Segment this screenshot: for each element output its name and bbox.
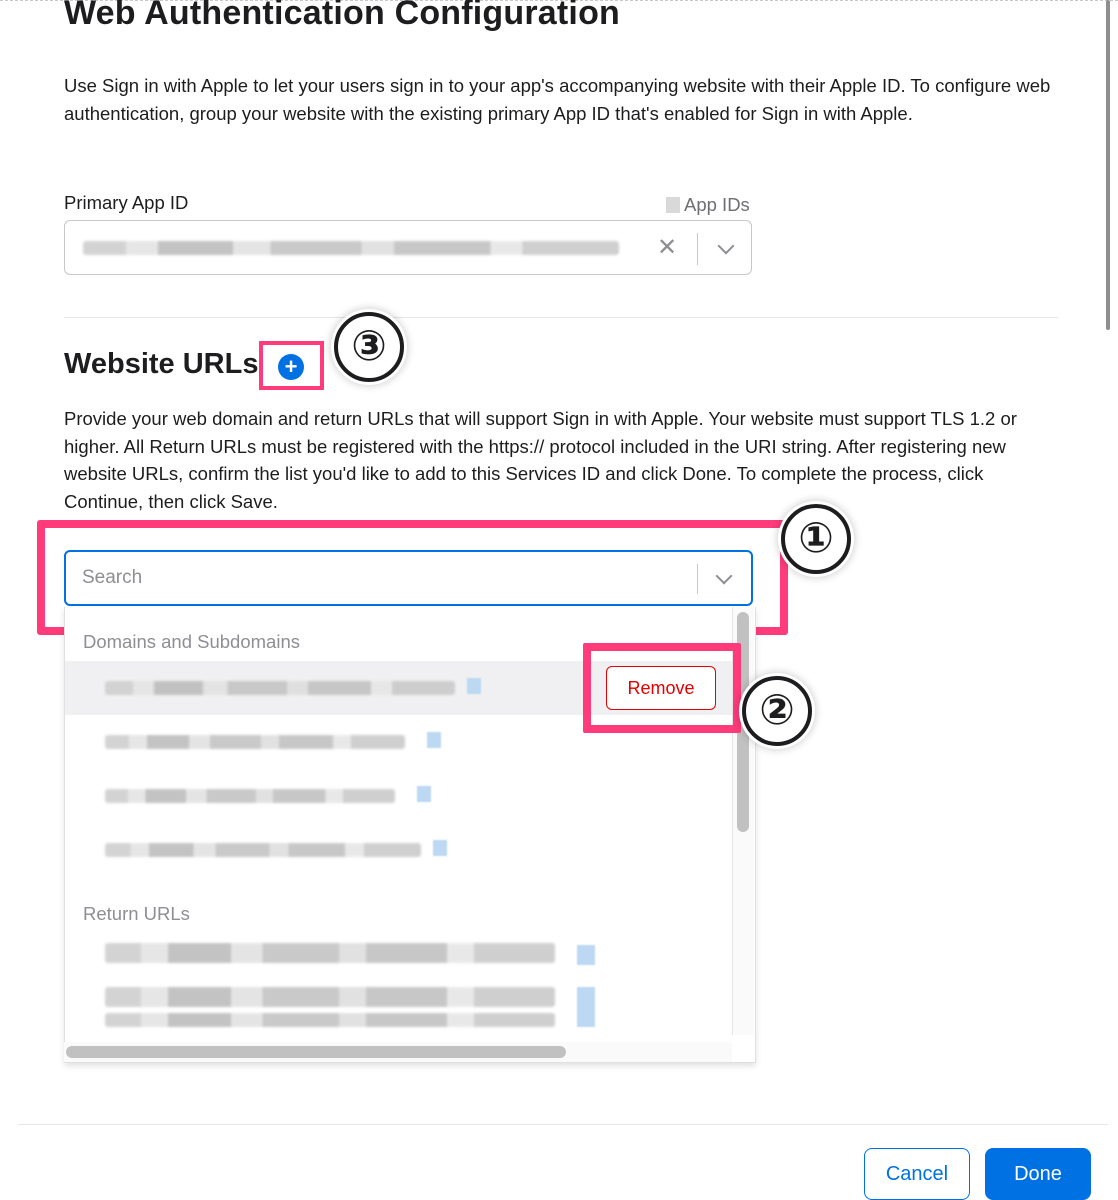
app-ids-link-label: App IDs [684, 194, 750, 215]
highlight-box-step2 [583, 643, 741, 733]
cancel-button[interactable]: Cancel [864, 1148, 970, 1200]
copy-icon[interactable] [467, 678, 481, 694]
copy-icon[interactable] [427, 732, 441, 748]
domain-text-redacted [105, 843, 421, 857]
list-item-domain[interactable] [65, 823, 585, 877]
return-urls-group-label: Return URLs [83, 903, 190, 924]
clear-x-icon[interactable]: ✕ [657, 233, 677, 263]
domain-text-redacted [105, 681, 455, 695]
primary-app-id-label: Primary App ID [64, 192, 189, 213]
list-item-domain[interactable] [65, 715, 585, 769]
page-scrollbar[interactable] [1106, 0, 1110, 330]
done-button[interactable]: Done [985, 1148, 1091, 1200]
domains-group-label: Domains and Subdomains [83, 631, 300, 652]
copy-icon[interactable] [577, 987, 595, 1027]
footer-divider [18, 1124, 1108, 1125]
list-item-domain[interactable] [65, 769, 585, 823]
highlight-box-step3 [259, 341, 324, 390]
section-divider [64, 317, 1058, 318]
domain-text-redacted [105, 735, 405, 749]
page-title: Web Authentication Configuration [64, 0, 621, 32]
app-ids-link-icon [666, 197, 680, 213]
primary-app-id-select[interactable]: ✕ [64, 220, 752, 275]
return-url-text-redacted [105, 1013, 555, 1027]
chevron-down-icon[interactable] [717, 237, 735, 255]
app-ids-link[interactable]: App IDs [666, 194, 750, 216]
copy-icon[interactable] [577, 945, 595, 965]
copy-icon[interactable] [417, 786, 431, 802]
return-url-text-redacted [105, 987, 555, 1007]
list-item-domain[interactable] [65, 661, 585, 715]
dropdown-horizontal-scroll-thumb[interactable] [66, 1046, 566, 1058]
list-item-return-url[interactable] [65, 933, 595, 987]
primary-app-id-value-redacted [83, 241, 619, 255]
select-divider [697, 233, 698, 265]
list-item-return-url[interactable] [65, 987, 595, 1041]
step-badge-2: ② [742, 676, 812, 746]
step-badge-3: ③ [334, 312, 404, 382]
website-urls-heading: Website URLs [64, 348, 259, 380]
page-description: Use Sign in with Apple to let your users… [64, 75, 1051, 124]
domain-text-redacted [105, 789, 395, 803]
step-badge-1: ① [781, 504, 851, 574]
website-urls-description: Provide your web domain and return URLs … [64, 408, 1017, 512]
copy-icon[interactable] [433, 840, 447, 856]
return-url-text-redacted [105, 943, 555, 963]
